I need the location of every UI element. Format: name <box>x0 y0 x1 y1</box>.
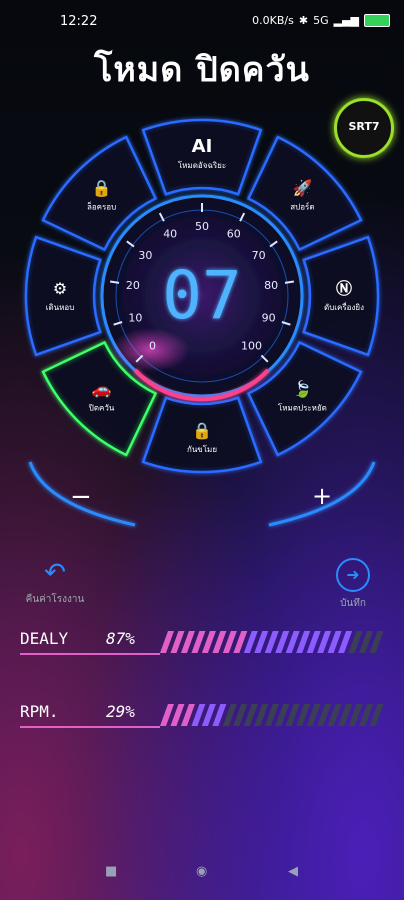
gauge-tick-mark <box>109 280 120 284</box>
segment-eco-label: โหมดประหยัด <box>278 402 327 412</box>
gauge-tick-label: 30 <box>138 249 152 262</box>
rpm-slider[interactable] <box>20 698 384 738</box>
net-speed: 0.0KB/s <box>252 14 294 27</box>
gauge-tick-label: 20 <box>126 279 140 292</box>
adjust-arcs <box>28 461 376 527</box>
gauge-tick-label: 40 <box>163 228 177 241</box>
dealy-slider[interactable] <box>20 625 384 665</box>
recent-apps-icon[interactable]: ■ <box>105 864 117 879</box>
gauge-tick-label: 50 <box>195 220 209 233</box>
bar-underline <box>20 653 160 655</box>
gauge-tick-mark <box>284 280 295 284</box>
segment-smoke-off-icon: 🚗 <box>92 379 112 398</box>
signal-label: 5G <box>313 14 329 27</box>
save-button[interactable]: ➜ บันทึก <box>328 558 378 611</box>
gauge-tick-label: 60 <box>227 228 241 241</box>
factory-reset-label: คืนค่าโรงงาน <box>25 594 85 605</box>
page-title: โหมด ปิดควัน <box>94 50 310 90</box>
segment-engine-off-label: ดับเครื่องยิง <box>324 301 364 312</box>
segment-smoke-off-label: ปิดควัน <box>88 403 115 412</box>
save-icon: ➜ <box>336 558 370 592</box>
segment-walk-label: เดินหอบ <box>46 303 75 312</box>
segment-ai[interactable] <box>141 118 263 196</box>
gauge-tick-label: 100 <box>241 340 262 353</box>
segment-walk-icon: ⚙ <box>53 279 67 298</box>
bar-underline <box>20 726 160 728</box>
undo-icon: ↶ <box>44 558 66 588</box>
bluetooth-icon: ✱ <box>298 14 309 27</box>
factory-reset-button[interactable]: ↶ คืนค่าโรงงาน <box>20 558 90 607</box>
segment-eco-icon: 🍃 <box>292 379 312 398</box>
gauge-tick-label: 80 <box>264 279 278 292</box>
minus-button[interactable]: − <box>70 482 92 512</box>
segment-lock-label: ล็อครอบ <box>87 202 116 212</box>
dealy-bar: DEALY 87% <box>20 625 384 665</box>
segment-lock-icon: 🔒 <box>92 179 112 198</box>
segment-sport-icon: 🚀 <box>292 179 312 198</box>
status-icons: 0.0KB/s ✱ 5G ▂▄▆ <box>252 14 390 27</box>
back-icon[interactable]: ◀ <box>288 864 298 879</box>
gauge-tick-label: 10 <box>128 312 142 325</box>
status-time: 12:22 <box>60 14 98 29</box>
segment-antitheft-icon: 🔒 <box>192 421 212 440</box>
save-label: บันทึก <box>340 598 366 609</box>
gauge-value: 07 <box>162 257 241 334</box>
rpm-bar: RPM. 29% <box>20 698 384 738</box>
home-icon[interactable]: ◉ <box>196 864 207 879</box>
segment-sport-label: สปอร์ต <box>290 202 314 212</box>
segment-engine-off-icon: Ⓝ <box>336 279 352 298</box>
gauge-tick-label: 0 <box>149 340 156 353</box>
segment-ai-label: โหมดอัจฉริยะ <box>178 160 226 170</box>
plus-button[interactable]: + <box>312 482 332 510</box>
status-bar: 12:22 0.0KB/s ✱ 5G ▂▄▆ <box>0 0 404 44</box>
gauge-tick-label: 90 <box>262 312 276 325</box>
signal-icon: ▂▄▆ <box>333 14 359 27</box>
segment-ai-icon: AI <box>192 136 213 157</box>
system-nav-bar: ■ ◉ ◀ <box>0 858 404 888</box>
gauge-tick-label: 70 <box>252 249 266 262</box>
battery-icon <box>364 14 390 27</box>
